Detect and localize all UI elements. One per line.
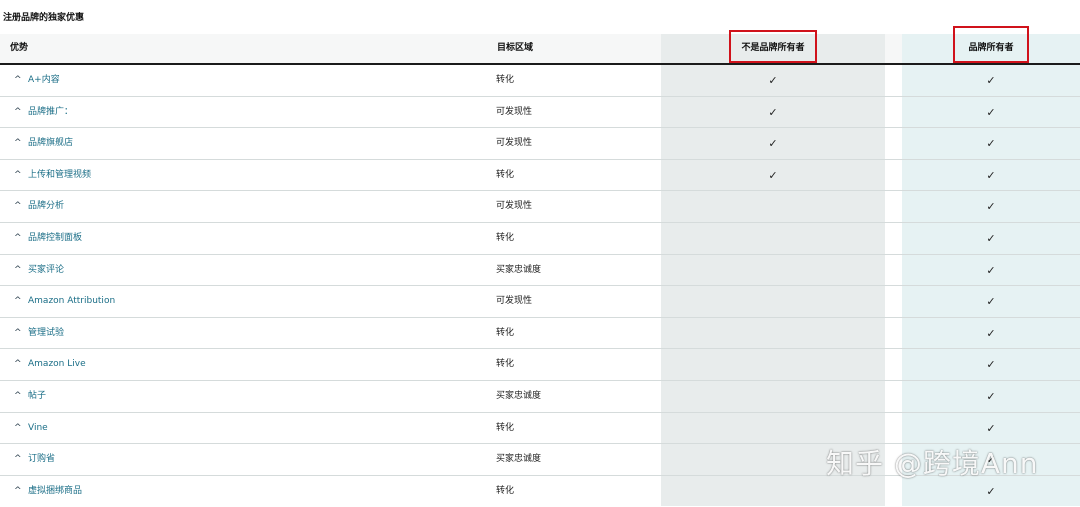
table-row: ^ 品牌分析 可发现性 ✓ [0,191,1080,223]
benefit-expand-link[interactable]: ^ Vine [14,413,48,444]
target-area-value: 可发现性 [496,106,533,117]
target-area-value: 转化 [496,359,515,370]
table-body: ^ A+内容 转化 ✓ ✓ ^ 品牌推广： 可发现性 ✓ ✓ ^ 品牌旗舰店 可发现性 ✓ ✓ ^ 上传和管理视… [0,65,1080,507]
benefit-expand-link[interactable]: ^ 品牌推广： [14,97,73,128]
benefit-expand-link[interactable]: ^ 品牌分析 [14,191,64,222]
target-area-value: 转化 [496,485,515,496]
table-row: ^ 帖子 买家忠诚度 ✓ [0,381,1080,413]
checkmark-icon: ✓ [768,137,778,151]
benefit-label: 上传和管理视频 [28,169,92,180]
table-row: ^ 管理试验 转化 ✓ [0,318,1080,350]
checkmark-icon: ✓ [986,137,996,151]
table-row: ^ 品牌推广： 可发现性 ✓ ✓ [0,97,1080,129]
target-area-value: 转化 [496,169,515,180]
checkmark-icon: ✓ [768,74,778,87]
benefit-label: 品牌分析 [28,201,65,212]
chevron-up-icon: ^ [14,201,22,212]
benefit-label: Amazon Attribution [28,296,116,307]
chevron-up-icon: ^ [14,485,22,496]
highlight-box-non-brand-owner [729,30,817,63]
table-row: ^ 买家评论 买家忠诚度 ✓ [0,255,1080,287]
chevron-up-icon: ^ [14,138,22,149]
target-area-value: 转化 [496,327,515,338]
target-area-value: 可发现性 [496,296,533,307]
table-row: ^ Amazon Live 转化 ✓ [0,349,1080,381]
target-area-value: 转化 [496,422,515,433]
page-title: 注册品牌的独家优惠 [3,13,85,23]
target-area-value: 买家忠诚度 [496,454,542,465]
target-area-value: 买家忠诚度 [496,264,542,275]
benefit-label: Amazon Live [28,359,86,370]
header-target-area: 目标区域 [497,43,534,53]
checkmark-icon: ✓ [986,231,996,245]
table-row: ^ 品牌旗舰店 可发现性 ✓ ✓ [0,128,1080,160]
benefit-expand-link[interactable]: ^ Amazon Attribution [14,286,115,317]
benefit-expand-link[interactable]: ^ A+内容 [14,65,60,96]
benefit-label: 管理试验 [28,327,65,338]
checkmark-icon: ✓ [986,200,996,214]
checkmark-icon: ✓ [986,105,996,119]
chevron-up-icon: ^ [14,264,22,275]
table-header-row: 优势 目标区域 不是品牌所有者 品牌所有者 [0,34,1080,65]
chevron-up-icon: ^ [14,75,22,85]
benefit-label: 虚拟捆绑商品 [28,485,83,496]
table-row: ^ Vine 转化 ✓ [0,413,1080,445]
chevron-up-icon: ^ [14,454,22,465]
target-area-value: 可发现性 [496,138,533,149]
watermark: 知乎 @跨境Ann [826,447,1039,480]
checkmark-icon: ✓ [986,295,996,309]
benefit-label: 品牌推广： [28,106,74,117]
checkmark-icon: ✓ [986,263,996,277]
checkmark-icon: ✓ [986,326,996,340]
target-area-value: 买家忠诚度 [496,390,542,401]
benefit-label: 品牌旗舰店 [28,138,74,149]
chevron-up-icon: ^ [14,296,22,307]
benefit-label: 品牌控制面板 [28,232,83,243]
header-benefit: 优势 [10,43,29,53]
benefit-label: 买家评论 [28,264,65,275]
benefit-label: 订购省 [28,454,56,465]
benefit-expand-link[interactable]: ^ 管理试验 [14,318,64,349]
chevron-up-icon: ^ [14,169,22,180]
target-area-value: 转化 [496,75,515,85]
benefit-label: 帖子 [28,390,47,401]
checkmark-icon: ✓ [986,358,996,372]
target-area-value: 转化 [496,232,515,243]
table-row: ^ 上传和管理视频 转化 ✓ ✓ [0,160,1080,192]
benefit-expand-link[interactable]: ^ 帖子 [14,381,46,412]
benefit-expand-link[interactable]: ^ 买家评论 [14,255,64,286]
checkmark-icon: ✓ [986,168,996,182]
chevron-up-icon: ^ [14,106,22,117]
chevron-up-icon: ^ [14,327,22,338]
chevron-up-icon: ^ [14,390,22,401]
benefit-expand-link[interactable]: ^ 上传和管理视频 [14,160,91,191]
chevron-up-icon: ^ [14,359,22,370]
benefit-expand-link[interactable]: ^ 品牌控制面板 [14,223,82,254]
checkmark-icon: ✓ [768,105,778,119]
highlight-box-brand-owner [953,26,1029,63]
benefit-expand-link[interactable]: ^ 品牌旗舰店 [14,128,73,159]
table-row: ^ A+内容 转化 ✓ ✓ [0,65,1080,97]
checkmark-icon: ✓ [986,389,996,403]
benefit-expand-link[interactable]: ^ Amazon Live [14,349,86,380]
checkmark-icon: ✓ [768,168,778,182]
benefit-expand-link[interactable]: ^ 虚拟捆绑商品 [14,476,82,507]
target-area-value: 可发现性 [496,201,533,212]
checkmark-icon: ✓ [986,74,996,87]
chevron-up-icon: ^ [14,422,22,433]
checkmark-icon: ✓ [986,421,996,435]
benefit-label: A+内容 [28,75,60,85]
benefit-label: Vine [28,422,48,433]
table-row: ^ 品牌控制面板 转化 ✓ [0,223,1080,255]
benefits-table: 优势 目标区域 不是品牌所有者 品牌所有者 ^ A+内容 转化 ✓ ✓ ^ 品牌推广： 可发现… [0,34,1080,507]
table-row: ^ Amazon Attribution 可发现性 ✓ [0,286,1080,318]
chevron-up-icon: ^ [14,232,22,243]
benefit-expand-link[interactable]: ^ 订购省 [14,444,55,475]
